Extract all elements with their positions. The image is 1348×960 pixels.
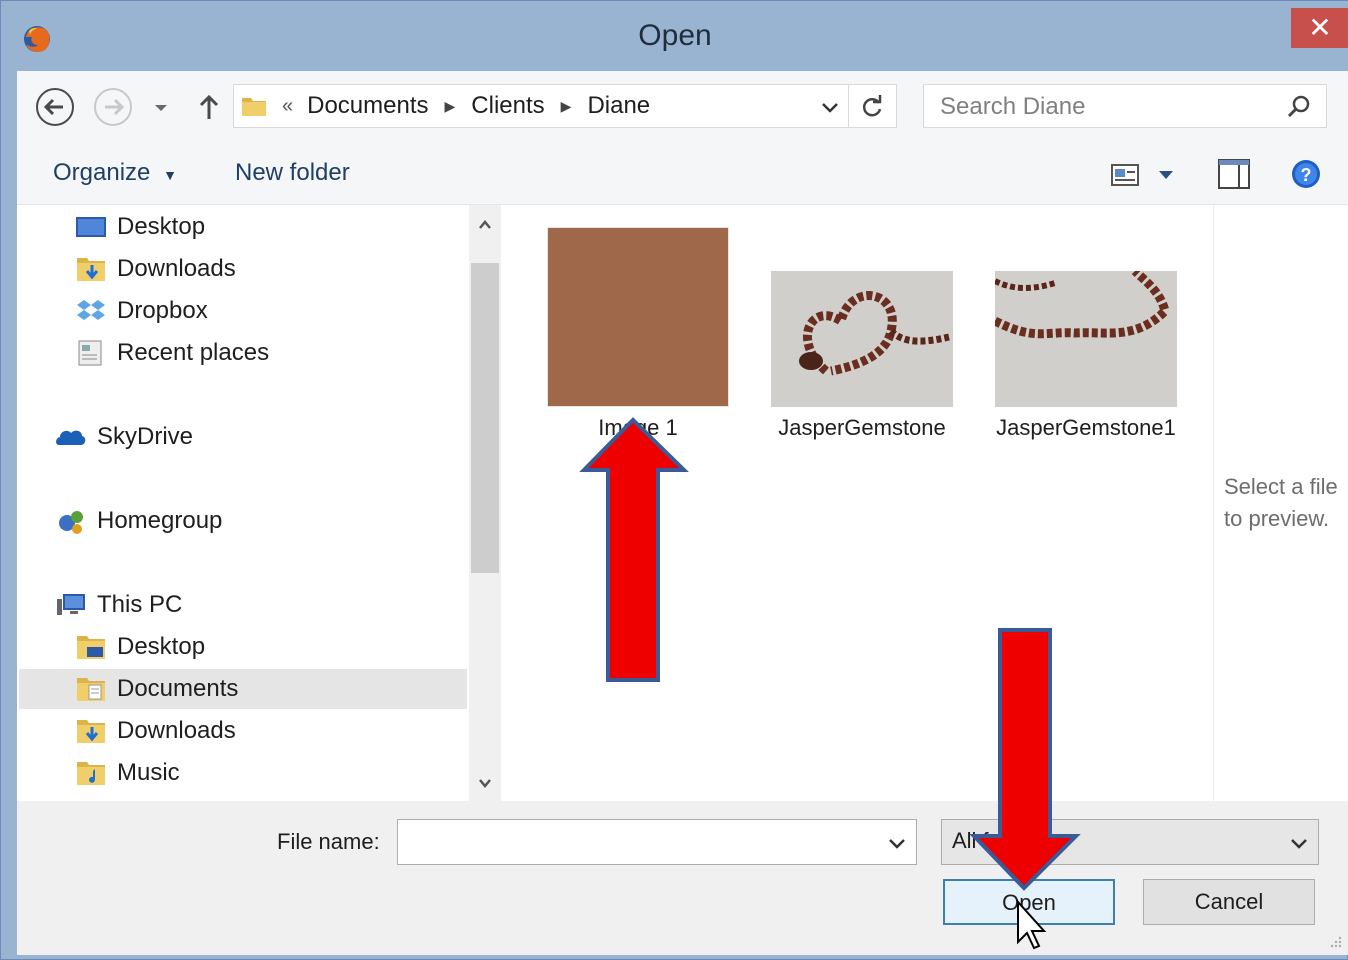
chevron-down-icon: ▼	[163, 167, 177, 183]
preview-pane: Select a file to preview.	[1213, 205, 1348, 801]
navigation-pane-scrollbar[interactable]	[469, 205, 501, 801]
help-icon[interactable]: ?	[1289, 157, 1323, 191]
preview-pane-icon[interactable]	[1217, 157, 1251, 191]
new-folder-button[interactable]: New folder	[235, 159, 350, 187]
file-item-jaspergemstone1[interactable]: JasperGemstone1	[992, 267, 1177, 440]
nav-item-this-pc[interactable]: This PC	[55, 585, 182, 625]
nav-item-label: Recent places	[117, 339, 270, 366]
nav-item-pc-downloads[interactable]: Downloads	[75, 711, 236, 751]
nav-item-label: Documents	[117, 675, 239, 702]
breadcrumb: « Documents ▶ Clients ▶ Diane	[234, 85, 650, 127]
resize-grip-icon[interactable]	[1327, 933, 1343, 949]
view-options-dropdown-icon[interactable]	[1157, 167, 1175, 183]
nav-item-label: Dropbox	[117, 297, 208, 324]
title-bar: Open ✕	[1, 1, 1348, 71]
this-pc-icon	[55, 589, 87, 621]
scrollbar-thumb[interactable]	[471, 263, 499, 573]
file-name-area: File name: All f Open Cancel	[17, 801, 1348, 955]
refresh-icon[interactable]	[858, 93, 886, 121]
breadcrumb-separator-icon[interactable]: ▶	[561, 98, 572, 115]
desktop-folder-icon	[75, 631, 107, 663]
svg-text:?: ?	[1301, 165, 1312, 185]
dropbox-icon	[75, 295, 107, 327]
nav-item-documents[interactable]: Documents	[19, 669, 467, 709]
up-icon[interactable]	[193, 87, 225, 127]
file-name-label: File name:	[277, 829, 380, 854]
nav-item-label: SkyDrive	[97, 423, 194, 450]
preview-message-line: to preview.	[1224, 506, 1330, 531]
organize-button[interactable]: Organize ▼	[53, 159, 177, 187]
file-name-label: Image 1	[598, 415, 678, 440]
image-thumbnail	[771, 271, 953, 407]
downloads-folder-icon	[75, 253, 107, 285]
breadcrumb-overflow[interactable]: «	[282, 95, 293, 118]
address-bar[interactable]: « Documents ▶ Clients ▶ Diane	[233, 84, 897, 128]
address-history-dropdown-icon[interactable]	[818, 95, 842, 119]
organize-label: Organize	[53, 159, 151, 186]
file-item-jaspergemstone[interactable]: JasperGemstone	[771, 271, 953, 440]
breadcrumb-separator-icon[interactable]: ▶	[445, 98, 456, 115]
dialog-body: « Documents ▶ Clients ▶ Diane Search Dia	[17, 71, 1348, 955]
navigation-pane: Desktop Downloads Dropbox Recent places	[17, 205, 469, 801]
forward-icon[interactable]	[93, 87, 133, 127]
nav-item-label: Music	[117, 759, 180, 786]
chevron-down-icon[interactable]	[1288, 832, 1310, 854]
divider	[848, 85, 849, 127]
nav-item-desktop[interactable]: Desktop	[75, 207, 205, 247]
navigation-bar: « Documents ▶ Clients ▶ Diane Search Dia	[17, 71, 1348, 145]
scroll-down-icon[interactable]	[477, 775, 493, 791]
recent-places-icon	[75, 337, 107, 369]
nav-item-label: Desktop	[117, 213, 206, 240]
documents-folder-icon	[75, 673, 107, 705]
change-view-icon[interactable]	[1109, 159, 1141, 191]
file-list: Image 1 JasperGemstone JasperGemstone1	[501, 205, 1213, 801]
preview-message: Select a file to preview.	[1224, 471, 1338, 535]
preview-message-line: Select a file	[1224, 474, 1338, 499]
solid-color-swatch	[548, 228, 728, 406]
music-folder-icon	[75, 757, 107, 789]
nav-item-homegroup[interactable]: Homegroup	[55, 501, 222, 541]
skydrive-icon	[55, 421, 87, 453]
chevron-down-icon[interactable]	[886, 832, 908, 854]
file-item-image-1[interactable]: Image 1	[547, 227, 729, 440]
nav-item-pc-desktop[interactable]: Desktop	[75, 627, 205, 667]
file-name-input[interactable]	[397, 819, 917, 865]
nav-item-label: Homegroup	[97, 507, 223, 534]
open-file-dialog: Open ✕ « Documents ▶ Clients ▶ Diane Sea…	[0, 0, 1348, 960]
nav-item-label: This PC	[97, 591, 183, 618]
folder-icon	[242, 98, 266, 116]
breadcrumb-clients[interactable]: Clients	[471, 92, 544, 120]
back-icon[interactable]	[35, 87, 75, 127]
search-box[interactable]: Search Diane	[923, 84, 1327, 128]
nav-item-skydrive[interactable]: SkyDrive	[55, 417, 193, 457]
nav-item-dropbox[interactable]: Dropbox	[75, 291, 208, 331]
downloads-folder-icon	[75, 715, 107, 747]
nav-item-downloads[interactable]: Downloads	[75, 249, 236, 289]
image-thumbnail	[992, 267, 1177, 407]
nav-item-label: Desktop	[117, 633, 206, 660]
scroll-up-icon[interactable]	[477, 217, 493, 233]
file-name-label: JasperGemstone1	[996, 415, 1176, 440]
dialog-title: Open	[638, 19, 712, 52]
search-input[interactable]: Search Diane	[940, 93, 1085, 121]
image-thumbnail	[547, 227, 729, 407]
nav-item-label: Downloads	[117, 255, 236, 282]
breadcrumb-diane[interactable]: Diane	[587, 92, 650, 120]
file-name-label: JasperGemstone	[778, 415, 946, 440]
recent-locations-dropdown-icon[interactable]	[149, 87, 173, 127]
close-button[interactable]: ✕	[1291, 8, 1348, 48]
file-type-filter[interactable]: All f	[941, 819, 1319, 865]
open-button[interactable]: Open	[943, 879, 1115, 925]
command-bar: Organize ▼ New folder ?	[17, 145, 1348, 205]
file-type-value: All f	[952, 828, 989, 853]
cancel-button[interactable]: Cancel	[1143, 879, 1315, 925]
nav-item-label: Downloads	[117, 717, 236, 744]
search-icon[interactable]	[1284, 93, 1312, 121]
homegroup-icon	[55, 505, 87, 537]
nav-item-music[interactable]: Music	[75, 753, 180, 793]
breadcrumb-documents[interactable]: Documents	[307, 92, 428, 120]
nav-item-recent-places[interactable]: Recent places	[75, 333, 269, 373]
desktop-icon	[75, 211, 107, 243]
